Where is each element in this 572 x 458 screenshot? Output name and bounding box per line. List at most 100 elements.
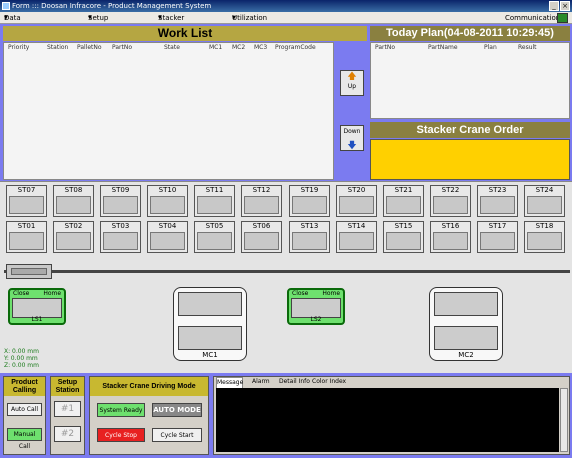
message-log[interactable] xyxy=(216,388,559,452)
stacker-order-title: Stacker Crane Order xyxy=(370,122,570,138)
station-pallet xyxy=(480,196,515,214)
station-pallet xyxy=(244,232,279,250)
station-st15[interactable]: ST15 xyxy=(383,221,424,253)
arrow-up-icon: 🡅 xyxy=(347,72,357,82)
station-st01[interactable]: ST01 xyxy=(6,221,47,253)
driving-mode-panel: Stacker Crane Driving Mode System Ready … xyxy=(89,376,209,455)
station-label: ST17 xyxy=(488,222,507,230)
cycle-stop-button[interactable]: Cycle Stop xyxy=(97,428,145,442)
station-pallet xyxy=(56,232,91,250)
station-st17[interactable]: ST17 xyxy=(477,221,518,253)
system-ready-button[interactable]: System Ready xyxy=(97,403,145,417)
station-label: ST12 xyxy=(252,186,271,194)
mc1-label: MC1 xyxy=(202,351,218,359)
column-header: Plan xyxy=(484,44,497,51)
station-st18[interactable]: ST18 xyxy=(524,221,565,253)
station-label: ST01 xyxy=(17,222,36,230)
worklist-grid[interactable]: Priority Station PalletNo PartNo State M… xyxy=(3,42,334,180)
column-header: Result xyxy=(518,44,537,51)
station-st16[interactable]: ST16 xyxy=(430,221,471,253)
worklist-title: Work List xyxy=(3,26,367,41)
station-label: ST23 xyxy=(488,186,507,194)
stacker-crane-carriage xyxy=(6,264,52,279)
station-st04[interactable]: ST04 xyxy=(147,221,188,253)
station-pallet xyxy=(480,232,515,250)
station-st11[interactable]: ST11 xyxy=(194,185,235,217)
message-scrollbar[interactable] xyxy=(560,388,568,452)
today-plan-grid[interactable]: PartNo PartName Plan Result xyxy=(370,42,570,119)
minimize-button[interactable]: _ xyxy=(549,1,559,11)
app-icon xyxy=(2,2,10,10)
mc1-lower-pallet xyxy=(178,326,242,350)
station-st08[interactable]: ST08 xyxy=(53,185,94,217)
station-pallet xyxy=(56,196,91,214)
station-label: ST10 xyxy=(158,186,177,194)
stacker-order-display xyxy=(370,139,570,180)
close-button[interactable]: × xyxy=(560,1,570,11)
tab-detail-info[interactable]: Detail Info xyxy=(279,377,311,387)
auto-call-button[interactable]: Auto Call xyxy=(7,403,42,416)
station-st19[interactable]: ST19 xyxy=(289,185,330,217)
station-st14[interactable]: ST14 xyxy=(336,221,377,253)
ls2-label: LS2 xyxy=(310,316,322,323)
column-header: PartNo xyxy=(375,44,396,51)
communication-icon[interactable] xyxy=(557,13,568,23)
cycle-start-button[interactable]: Cycle Start xyxy=(152,428,202,442)
station-st24[interactable]: ST24 xyxy=(524,185,565,217)
station-label: ST15 xyxy=(394,222,413,230)
station-st09[interactable]: ST09 xyxy=(100,185,141,217)
menu-bar: Data Management ▼ Setup Station ▼ Stacke… xyxy=(0,12,572,34)
column-header: MC2 xyxy=(232,44,246,51)
chevron-down-icon: ▼ xyxy=(4,15,8,21)
column-header: MC3 xyxy=(254,44,268,51)
driving-mode-title: Stacker Crane Driving Mode xyxy=(90,377,208,396)
station-st22[interactable]: ST22 xyxy=(430,185,471,217)
tab-color-index[interactable]: Color Index xyxy=(312,377,348,387)
setup-station-2-button[interactable]: #2 xyxy=(54,426,81,442)
message-panel: Message Alarm Detail Info Color Index xyxy=(213,376,570,455)
station-pallet xyxy=(339,196,374,214)
station-st03[interactable]: ST03 xyxy=(100,221,141,253)
ls1-station[interactable]: Close Home LS1 xyxy=(8,288,66,325)
station-pallet xyxy=(339,232,374,250)
chevron-down-icon: ▼ xyxy=(158,15,162,21)
window-title: Form ::: Doosan Infracore - Product Mana… xyxy=(12,2,212,10)
ls1-label: LS1 xyxy=(31,316,43,323)
manual-call-button[interactable]: Manual Call xyxy=(7,428,42,450)
mc2-label: MC2 xyxy=(458,351,474,359)
station-st23[interactable]: ST23 xyxy=(477,185,518,217)
auto-mode-button[interactable]: AUTO MODE xyxy=(152,403,202,417)
communication-label: Communication xyxy=(505,14,561,22)
ls2-station[interactable]: Close Home LS2 xyxy=(287,288,345,325)
station-pallet xyxy=(527,232,562,250)
ls2-close: Close xyxy=(292,290,309,297)
station-label: ST21 xyxy=(394,186,413,194)
chevron-down-icon: ▼ xyxy=(88,15,92,21)
mc2-upper-pallet xyxy=(434,292,498,316)
carriage-body xyxy=(11,268,47,275)
station-st05[interactable]: ST05 xyxy=(194,221,235,253)
station-pallet xyxy=(244,196,279,214)
station-st07[interactable]: ST07 xyxy=(6,185,47,217)
station-st20[interactable]: ST20 xyxy=(336,185,377,217)
station-st02[interactable]: ST02 xyxy=(53,221,94,253)
coord-y: Y: 0.00 mm xyxy=(4,355,38,362)
station-label: ST05 xyxy=(205,222,224,230)
ls1-close: Close xyxy=(13,290,30,297)
down-button[interactable]: Down 🡇 xyxy=(340,125,364,151)
station-st12[interactable]: ST12 xyxy=(241,185,282,217)
station-pallet xyxy=(433,196,468,214)
station-label: ST08 xyxy=(64,186,83,194)
station-st13[interactable]: ST13 xyxy=(289,221,330,253)
station-label: ST02 xyxy=(64,222,83,230)
setup-station-1-button[interactable]: #1 xyxy=(54,401,81,417)
mc2-machine[interactable]: MC2 xyxy=(429,287,503,361)
station-st06[interactable]: ST06 xyxy=(241,221,282,253)
up-button[interactable]: 🡅 Up xyxy=(340,70,364,96)
tab-alarm[interactable]: Alarm xyxy=(252,377,274,387)
mc1-machine[interactable]: MC1 xyxy=(173,287,247,361)
ls2-pallet xyxy=(291,298,341,318)
station-st21[interactable]: ST21 xyxy=(383,185,424,217)
station-st10[interactable]: ST10 xyxy=(147,185,188,217)
station-pallet xyxy=(386,196,421,214)
